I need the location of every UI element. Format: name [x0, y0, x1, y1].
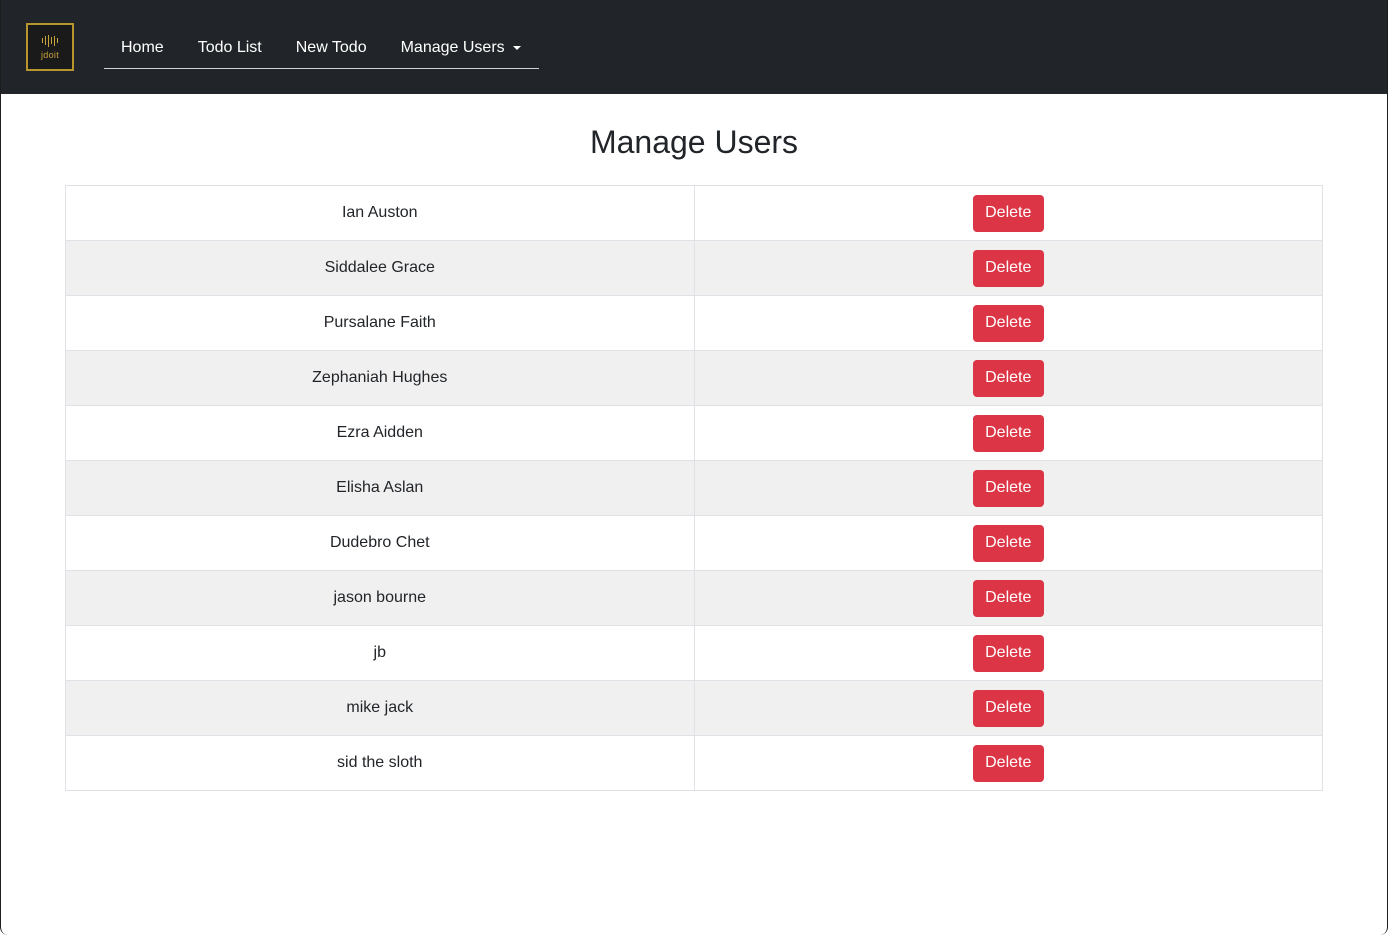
user-action-cell: Delete: [693, 625, 1323, 681]
user-name-cell: Dudebro Chet: [65, 515, 695, 571]
delete-user-button[interactable]: Delete: [972, 634, 1044, 672]
table-row: Ian Auston Delete: [65, 185, 1323, 241]
user-name-cell: Ezra Aidden: [65, 405, 695, 461]
table-row: jb Delete: [65, 625, 1323, 681]
app-window: jdoit Home Todo List New Todo Manage Use…: [0, 0, 1388, 935]
delete-user-button[interactable]: Delete: [972, 194, 1044, 232]
delete-user-button[interactable]: Delete: [972, 524, 1044, 562]
nav-link-todo-list[interactable]: Todo List: [181, 29, 279, 67]
nav-link-home[interactable]: Home: [104, 29, 181, 67]
user-action-cell: Delete: [693, 515, 1323, 571]
table-row: Elisha Aslan Delete: [65, 460, 1323, 516]
user-name-cell: Zephaniah Hughes: [65, 350, 695, 406]
delete-user-button[interactable]: Delete: [972, 579, 1044, 617]
nav-dropdown-manage-users[interactable]: Manage Users: [384, 29, 538, 67]
caret-down-icon: [512, 46, 521, 50]
user-action-cell: Delete: [693, 735, 1323, 791]
user-action-cell: Delete: [693, 570, 1323, 626]
table-row: sid the sloth Delete: [65, 735, 1323, 791]
user-action-cell: Delete: [693, 240, 1323, 296]
user-name-cell: Pursalane Faith: [65, 295, 695, 351]
brand-logo[interactable]: jdoit: [26, 23, 74, 71]
user-name-cell: jason bourne: [65, 570, 695, 626]
navbar: jdoit Home Todo List New Todo Manage Use…: [1, 0, 1387, 94]
user-name-cell: Ian Auston: [65, 185, 695, 241]
delete-user-button[interactable]: Delete: [972, 249, 1044, 287]
nav-link-new-todo[interactable]: New Todo: [279, 29, 384, 67]
user-action-cell: Delete: [693, 680, 1323, 736]
table-row: Zephaniah Hughes Delete: [65, 350, 1323, 406]
user-name-cell: mike jack: [65, 680, 695, 736]
user-action-cell: Delete: [693, 405, 1323, 461]
delete-user-button[interactable]: Delete: [972, 744, 1044, 782]
users-table: Ian Auston Delete Siddalee Grace Delete Purs…: [65, 185, 1323, 791]
users-table-body: Ian Auston Delete Siddalee Grace Delete Purs…: [65, 185, 1323, 791]
brand-logo-text: jdoit: [40, 49, 59, 60]
user-action-cell: Delete: [693, 295, 1323, 351]
user-name-cell: jb: [65, 625, 695, 681]
user-name-cell: Siddalee Grace: [65, 240, 695, 296]
delete-user-button[interactable]: Delete: [972, 414, 1044, 452]
user-action-cell: Delete: [693, 460, 1323, 516]
nav-dropdown-label: Manage Users: [400, 39, 505, 56]
user-action-cell: Delete: [693, 185, 1323, 241]
main-nav: Home Todo List New Todo Manage Users: [104, 28, 539, 69]
page-title: Manage Users: [589, 124, 799, 160]
user-action-cell: Delete: [693, 350, 1323, 406]
table-row: Dudebro Chet Delete: [65, 515, 1323, 571]
delete-user-button[interactable]: Delete: [972, 469, 1044, 507]
user-name-cell: sid the sloth: [65, 735, 695, 791]
table-row: Ezra Aidden Delete: [65, 405, 1323, 461]
delete-user-button[interactable]: Delete: [972, 304, 1044, 342]
table-row: mike jack Delete: [65, 680, 1323, 736]
table-row: jason bourne Delete: [65, 570, 1323, 626]
table-row: Siddalee Grace Delete: [65, 240, 1323, 296]
delete-user-button[interactable]: Delete: [972, 359, 1044, 397]
user-name-cell: Elisha Aslan: [65, 460, 695, 516]
sound-wave-icon: [42, 34, 58, 47]
delete-user-button[interactable]: Delete: [972, 689, 1044, 727]
table-row: Pursalane Faith Delete: [65, 295, 1323, 351]
